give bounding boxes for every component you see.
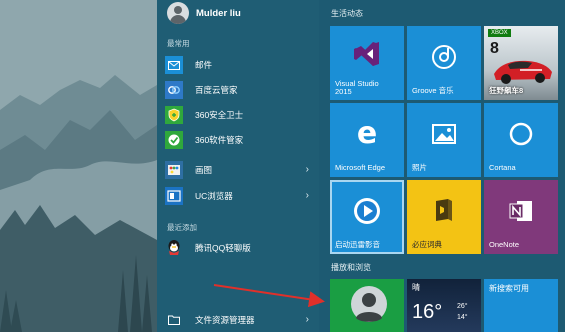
start-menu: Mulder liu 最常用 邮件 百度云管家 360安全卫士 360软件管家 … bbox=[157, 0, 565, 332]
tile-weather[interactable]: 晴 16° 26° 14° bbox=[407, 279, 481, 332]
mountain-landscape-image bbox=[0, 0, 157, 332]
app-item-label: UC浏览器 bbox=[195, 191, 233, 201]
most-used-label: 最常用 bbox=[167, 39, 190, 48]
tile-onenote[interactable]: OneNote bbox=[484, 180, 558, 254]
tile-group-label-2: 播放和浏览 bbox=[331, 263, 371, 272]
tile-xunlei-player[interactable]: 启动迅雷影音 bbox=[330, 180, 404, 254]
tile-groove[interactable]: Groove 音乐 bbox=[407, 26, 481, 100]
xbox-badge: XBOX bbox=[488, 29, 511, 37]
tile-label: 狂野飙车8 bbox=[489, 86, 524, 96]
app-item-label: 邮件 bbox=[195, 60, 213, 70]
bing-dictionary-icon bbox=[436, 199, 452, 222]
tile-visual-studio[interactable]: Visual Studio 2015 bbox=[330, 26, 404, 100]
onenote-icon bbox=[509, 201, 532, 222]
app-item-paint[interactable]: 画图 › bbox=[165, 159, 315, 181]
tile-cortana[interactable]: Cortana bbox=[484, 103, 558, 177]
qq-icon bbox=[165, 239, 183, 257]
file-explorer-label: 文件资源管理器 bbox=[195, 315, 255, 325]
app-item-label: 360安全卫士 bbox=[195, 110, 244, 120]
app-item-baidu-cloud[interactable]: 百度云管家 bbox=[165, 79, 315, 101]
desktop-wallpaper bbox=[0, 0, 157, 332]
tile-group-label-1: 生活动态 bbox=[331, 9, 363, 18]
edge-icon: e bbox=[356, 116, 378, 152]
baidu-cloud-icon bbox=[165, 81, 183, 99]
app-item-label: 腾讯QQ轻聊版 bbox=[195, 243, 251, 253]
user-account[interactable]: Mulder liu bbox=[167, 0, 241, 26]
tile-label: Visual Studio 2015 bbox=[335, 78, 379, 97]
start-menu-left-column: Mulder liu 最常用 邮件 百度云管家 360安全卫士 360软件管家 … bbox=[157, 0, 319, 332]
tile-label: Cortana bbox=[489, 163, 516, 173]
360-software-icon bbox=[165, 131, 183, 149]
people-avatar-icon bbox=[351, 286, 387, 322]
tile-bing-dict[interactable]: 必应词典 bbox=[407, 180, 481, 254]
tile-photos[interactable]: 照片 bbox=[407, 103, 481, 177]
visual-studio-icon bbox=[354, 42, 379, 67]
app-item-360-software[interactable]: 360软件管家 bbox=[165, 129, 315, 151]
tile-microsoft-edge[interactable]: e Microsoft Edge bbox=[330, 103, 404, 177]
tile-new-search[interactable]: 新搜索可用 bbox=[484, 279, 558, 332]
app-item-label: 画图 bbox=[195, 165, 213, 175]
tile-people[interactable] bbox=[330, 279, 404, 332]
folder-icon bbox=[165, 311, 183, 329]
xunlei-player-icon bbox=[354, 198, 380, 225]
cortana-icon bbox=[509, 122, 533, 146]
app-item-uc-browser[interactable]: UC浏览器 › bbox=[165, 185, 315, 207]
file-explorer-item[interactable]: 文件资源管理器 › bbox=[165, 309, 315, 331]
user-avatar-icon bbox=[167, 2, 189, 24]
tile-label: Groove 音乐 bbox=[412, 86, 454, 96]
race-car-icon bbox=[494, 60, 552, 84]
app-item-360-security[interactable]: 360安全卫士 bbox=[165, 104, 315, 126]
tile-asphalt-game[interactable]: XBOX 8 狂野飙车8 bbox=[484, 26, 558, 100]
tile-label: Microsoft Edge bbox=[335, 163, 386, 173]
app-item-label: 360软件管家 bbox=[195, 135, 244, 145]
paint-icon bbox=[165, 161, 183, 179]
weather-high: 26° bbox=[457, 303, 468, 310]
tile-label: 新搜索可用 bbox=[489, 284, 529, 293]
app-item-mail[interactable]: 邮件 bbox=[165, 54, 315, 76]
user-name: Mulder liu bbox=[196, 7, 241, 19]
photos-icon bbox=[432, 124, 456, 145]
chevron-right-icon[interactable]: › bbox=[306, 314, 309, 325]
app-item-qq[interactable]: 腾讯QQ轻聊版 bbox=[165, 237, 315, 259]
tile-label: 启动迅雷影音 bbox=[335, 240, 380, 250]
mail-icon bbox=[165, 56, 183, 74]
chevron-right-icon[interactable]: › bbox=[306, 164, 309, 175]
tile-label: OneNote bbox=[489, 240, 520, 250]
tile-label: 照片 bbox=[412, 163, 427, 173]
360-security-icon bbox=[165, 106, 183, 124]
tile-label: 必应词典 bbox=[412, 240, 442, 250]
uc-browser-icon bbox=[165, 187, 183, 205]
chevron-right-icon[interactable]: › bbox=[306, 190, 309, 201]
weather-low: 14° bbox=[457, 314, 468, 321]
weather-condition: 晴 bbox=[412, 283, 420, 292]
app-item-label: 百度云管家 bbox=[195, 85, 238, 95]
recently-added-label: 最近添加 bbox=[167, 223, 197, 232]
groove-music-icon bbox=[432, 45, 456, 70]
weather-temperature: 16° bbox=[412, 301, 443, 323]
